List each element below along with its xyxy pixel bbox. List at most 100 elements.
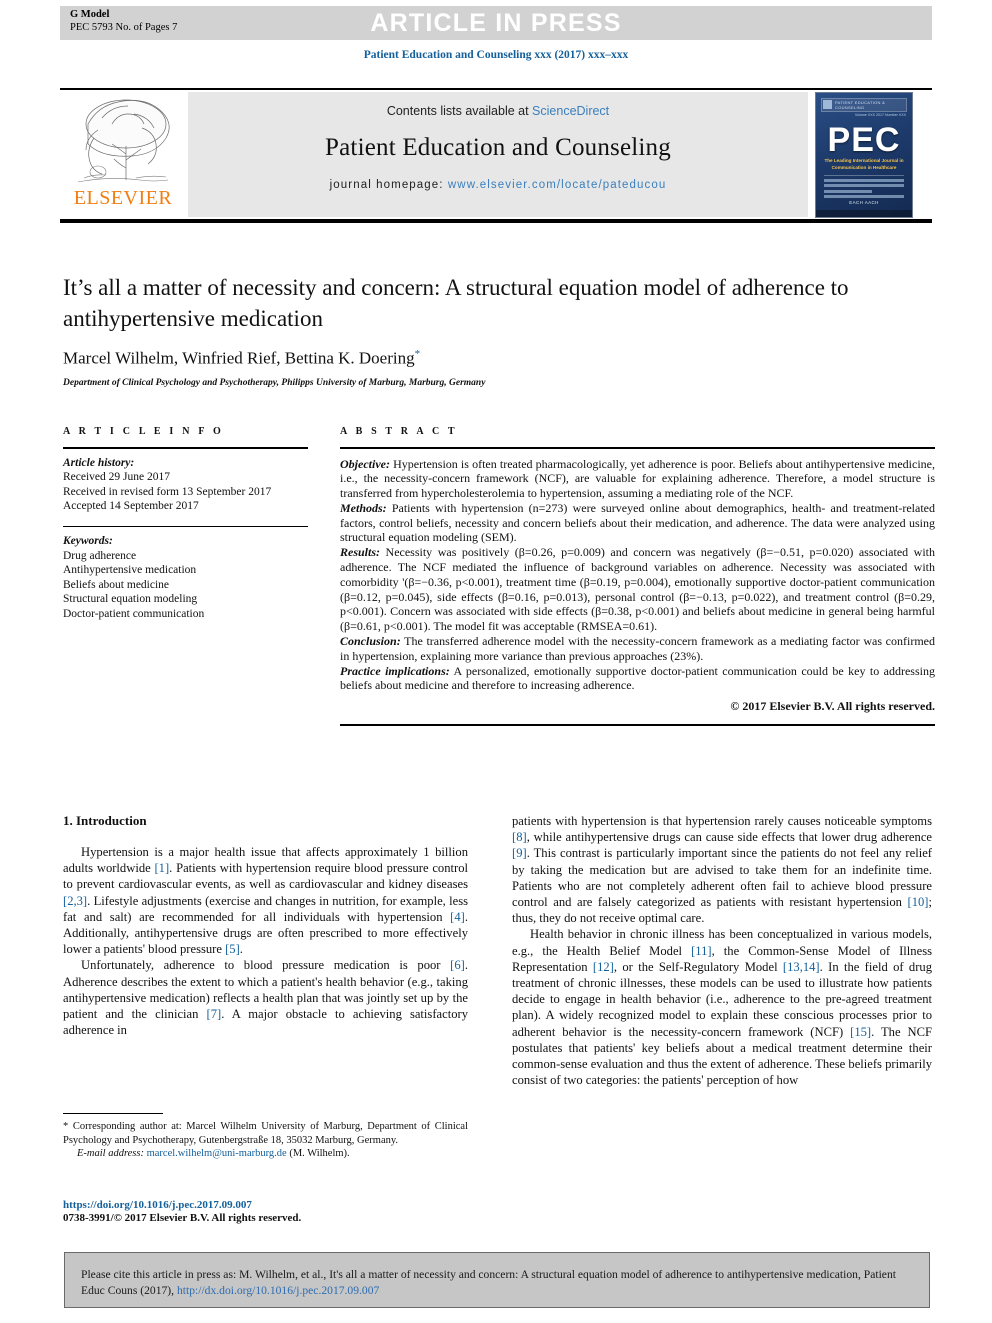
abstract-body: Objective: Hypertension is often treated… (340, 457, 935, 715)
keyword-item: Drug adherence (63, 549, 137, 562)
email-link[interactable]: marcel.wilhelm@uni-marburg.de (147, 1148, 287, 1159)
email-suffix: (M. Wilhelm). (286, 1148, 350, 1159)
article-history: Article history: Received 29 June 2017 R… (63, 456, 308, 514)
citation-ref[interactable]: [8] (512, 830, 527, 844)
abstract-methods-label: Methods: (340, 500, 387, 515)
author-list: Marcel Wilhelm, Winfried Rief, Bettina K… (63, 348, 853, 369)
keywords-label: Keywords: (63, 535, 113, 547)
abstract-results: Results: Necessity was positively (β=0.2… (340, 545, 935, 634)
citation-ref[interactable]: [2,3] (63, 894, 87, 908)
abstract-conclusion-label: Conclusion: (340, 634, 401, 649)
citation-ref[interactable]: [9] (512, 846, 527, 860)
email-label: E-mail address: (77, 1148, 144, 1159)
cover-toc-line (824, 178, 904, 182)
masthead-bottom-rule (60, 219, 932, 223)
keyword-item: Doctor-patient communication (63, 607, 205, 620)
footnote-address: * Corresponding author at: Marcel Wilhel… (63, 1121, 468, 1146)
intro-left-text: Hypertension is a major health issue tha… (63, 844, 468, 1038)
cover-toc-line (824, 195, 904, 199)
body-left-column: 1. Introduction Hypertension is a major … (63, 813, 468, 1038)
journal-title: Patient Education and Counseling (325, 134, 671, 161)
body-right-column: patients with hypertension is that hyper… (512, 813, 932, 1088)
issn-copyright: 0738-3991/© 2017 Elsevier B.V. All right… (63, 1212, 302, 1224)
article-info-column: A R T I C L E I N F O Article history: R… (63, 426, 308, 621)
abstract-objective-text: Hypertension is often treated pharmacolo… (340, 456, 935, 501)
cite-this-article-box: Please cite this article in press as: M.… (64, 1252, 930, 1308)
author-names: Marcel Wilhelm, Winfried Rief, Bettina K… (63, 348, 415, 368)
corresponding-author-marker: * (414, 348, 421, 360)
journal-homepage-line: journal homepage: www.elsevier.com/locat… (188, 179, 808, 191)
citation-ref[interactable]: [7] (207, 1007, 222, 1021)
citation-ref[interactable]: [5] (225, 942, 240, 956)
cover-toc-line (824, 189, 872, 193)
citation-ref[interactable]: [6] (450, 958, 465, 972)
history-item: Received in revised form 13 September 20… (63, 485, 272, 498)
affiliation: Department of Clinical Psychology and Ps… (63, 377, 486, 388)
title-block: It’s all a matter of necessity and conce… (63, 272, 853, 388)
paragraph: Health behavior in chronic illness has b… (512, 927, 933, 1088)
elsevier-logo: ELSEVIER (64, 94, 182, 214)
masthead-center-panel: Contents lists available at ScienceDirec… (188, 92, 808, 217)
citation-ref[interactable]: [4] (450, 910, 465, 924)
abstract-results-text: Necessity was positively (β=0.26, p=0.00… (340, 545, 935, 634)
keyword-item: Antihypertensive medication (63, 564, 197, 576)
abstract-conclusion-text: The transferred adherence model with the… (340, 634, 935, 663)
cover-header-bar: PATIENT EDUCATION & COUNSELING (821, 98, 907, 112)
elsevier-wordmark: ELSEVIER (73, 187, 173, 209)
section-heading-introduction: 1. Introduction (63, 813, 147, 828)
journal-masthead: ELSEVIER Contents lists available at Sci… (60, 88, 932, 223)
paragraph: patients with hypertension is that hyper… (512, 814, 932, 926)
citation-ref[interactable]: [1] (154, 861, 169, 875)
cover-logo-square-icon (823, 100, 832, 109)
paragraph: Hypertension is a major health issue tha… (63, 845, 468, 957)
cover-society-badges: EACH AACH (849, 200, 879, 205)
journal-homepage-link[interactable]: www.elsevier.com/locate/pateducou (448, 179, 666, 191)
article-info-rule (63, 447, 308, 449)
keywords-rule (63, 525, 308, 527)
article-in-press-banner: G Model PEC 5793 No. of Pages 7 ARTICLE … (60, 6, 932, 40)
cover-issue-text: Volume XXX 2017 Number XXX (854, 113, 906, 117)
doi-block: https://doi.org/10.1016/j.pec.2017.09.00… (63, 1199, 468, 1224)
footnote-rule (63, 1113, 163, 1114)
journal-cover-image: PATIENT EDUCATION & COUNSELING Volume XX… (815, 92, 913, 218)
elsevier-tree-icon (77, 99, 170, 183)
abstract-objective-label: Objective: (340, 456, 390, 471)
keywords-list: Keywords: Drug adherence Antihypertensiv… (63, 534, 308, 621)
history-item: Accepted 14 September 2017 (63, 500, 199, 512)
citation-ref[interactable]: [11] (691, 944, 712, 958)
article-in-press-title: ARTICLE IN PRESS (370, 9, 622, 37)
history-item: Received 29 June 2017 (63, 471, 170, 483)
cover-wordmark: PEC (827, 121, 901, 159)
page-title: It’s all a matter of necessity and conce… (63, 275, 849, 331)
abstract-results-label: Results: (340, 545, 381, 560)
cover-tagline: The Leading International Journal in Com… (824, 158, 904, 170)
cite-doi-link[interactable]: http://dx.doi.org/10.1016/j.pec.2017.09.… (177, 1284, 379, 1297)
citation-ref[interactable]: [12] (593, 960, 614, 974)
keyword-item: Structural equation modeling (63, 593, 198, 605)
corresponding-author-footnote: * Corresponding author at: Marcel Wilhel… (63, 1113, 468, 1161)
abstract-column: A B S T R A C T Objective: Hypertension … (340, 426, 935, 727)
homepage-label: journal homepage: (329, 179, 448, 191)
abstract-methods-text: Patients with hypertension (n=273) were … (340, 500, 935, 545)
abstract-copyright: © 2017 Elsevier B.V. All rights reserved… (730, 699, 935, 714)
citation-ref[interactable]: [15] (850, 1025, 871, 1039)
article-history-label: Article history: (63, 456, 135, 469)
intro-right-text: patients with hypertension is that hyper… (512, 813, 932, 1088)
abstract-bottom-rule (340, 724, 935, 727)
sciencedirect-link[interactable]: ScienceDirect (532, 104, 609, 118)
footnote-text: * Corresponding author at: Marcel Wilhel… (63, 1120, 468, 1161)
running-head: Patient Education and Counseling xxx (20… (363, 49, 629, 61)
abstract-conclusion: Conclusion: The transferred adherence mo… (340, 634, 935, 664)
cite-box-text: Please cite this article in press as: M.… (65, 1253, 929, 1299)
cover-header-text: PATIENT EDUCATION & COUNSELING (835, 100, 886, 110)
article-info-heading: A R T I C L E I N F O (63, 426, 224, 437)
abstract-methods: Methods: Patients with hypertension (n=2… (340, 501, 935, 545)
citation-ref[interactable]: [10] (908, 895, 929, 909)
abstract-implications: Practice implications: A personalized, e… (340, 664, 935, 694)
paragraph: Unfortunately, adherence to blood pressu… (63, 958, 468, 1038)
citation-ref[interactable]: [13,14] (783, 960, 820, 974)
cover-toc-line (824, 184, 904, 188)
keyword-item: Beliefs about medicine (63, 578, 170, 591)
contents-list-line: Contents lists available at ScienceDirec… (188, 104, 808, 118)
doi-link[interactable]: https://doi.org/10.1016/j.pec.2017.09.00… (63, 1199, 468, 1211)
